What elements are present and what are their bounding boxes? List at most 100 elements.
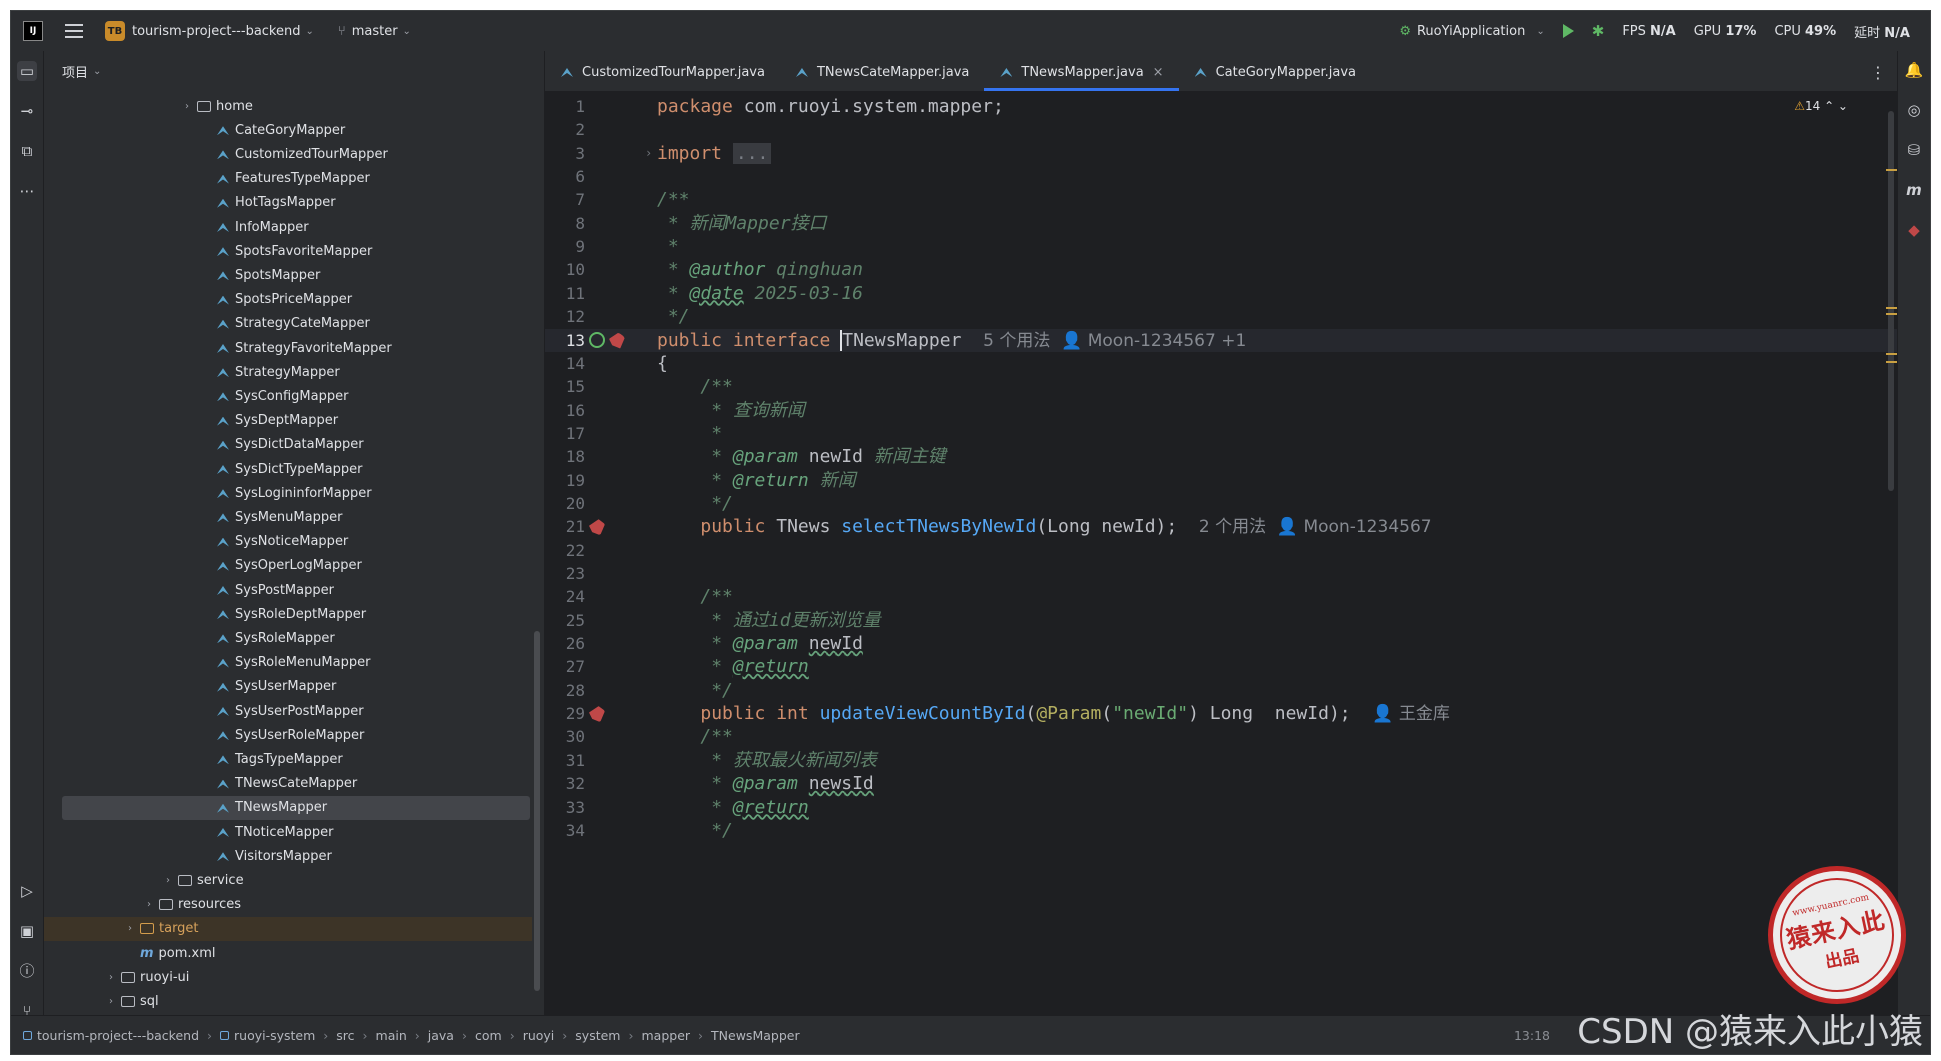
chevron-right-icon[interactable]: › bbox=[143, 899, 155, 910]
code-text: package com.ruoyi.system.mapper; bbox=[657, 96, 1004, 117]
breadcrumb-item[interactable]: java bbox=[428, 1028, 454, 1043]
code-area[interactable]: 1 package com.ruoyi.system.mapper; 2 3 › impo… bbox=[545, 91, 1898, 1016]
more-tools-icon[interactable]: ⋯ bbox=[17, 181, 37, 201]
tree-item[interactable]: CateGoryMapper bbox=[44, 118, 532, 142]
breadcrumb-item[interactable]: mapper bbox=[641, 1028, 690, 1043]
tree-item[interactable]: SysRoleMapper bbox=[44, 626, 532, 650]
branch-selector[interactable]: ⑂ master ⌄ bbox=[338, 24, 411, 39]
java-interface-icon bbox=[216, 342, 232, 354]
tree-item[interactable]: CustomizedTourMapper bbox=[44, 142, 532, 166]
code-line: 34 */ bbox=[545, 819, 1898, 842]
breadcrumb-item[interactable]: com bbox=[475, 1028, 502, 1043]
tree-item[interactable]: StrategyFavoriteMapper bbox=[44, 336, 532, 360]
code-line: 16 * 查询新闻 bbox=[545, 399, 1898, 422]
tree-item[interactable]: HotTagsMapper bbox=[44, 191, 532, 215]
editor-tab[interactable]: CustomizedTourMapper.java bbox=[545, 53, 780, 91]
tree-item[interactable]: SysDictDataMapper bbox=[44, 433, 532, 457]
run-button[interactable] bbox=[1562, 24, 1574, 38]
tree-item[interactable]: SysDeptMapper bbox=[44, 409, 532, 433]
breadcrumb-item[interactable]: ruoyi bbox=[523, 1028, 555, 1043]
project-scrollbar[interactable] bbox=[534, 631, 540, 991]
tree-item-label: StrategyCateMapper bbox=[235, 316, 370, 332]
chevron-right-icon[interactable]: › bbox=[105, 972, 117, 983]
breadcrumb-item[interactable]: main bbox=[376, 1028, 407, 1043]
mybatis-navigate-icon[interactable] bbox=[589, 706, 605, 723]
java-interface-icon bbox=[216, 415, 232, 427]
editor-tab[interactable]: CateGoryMapper.java bbox=[1179, 53, 1371, 91]
problems-icon[interactable]: ⓘ bbox=[17, 961, 37, 981]
breadcrumb-item[interactable]: tourism-project---backend bbox=[37, 1028, 199, 1043]
breadcrumb-item[interactable]: TNewsMapper bbox=[711, 1028, 800, 1043]
module-icon bbox=[23, 1030, 32, 1040]
tree-item[interactable]: TNewsMapper bbox=[62, 795, 530, 820]
chevron-right-icon[interactable]: › bbox=[105, 996, 117, 1007]
terminal-icon[interactable]: ▣ bbox=[17, 921, 37, 941]
cursor-position[interactable]: 13:18 bbox=[1514, 1028, 1550, 1043]
tree-item[interactable]: StrategyCateMapper bbox=[44, 312, 532, 336]
tree-item[interactable]: SysRoleDeptMapper bbox=[44, 602, 532, 626]
close-tab-icon[interactable]: × bbox=[1153, 65, 1164, 80]
notifications-icon[interactable]: 🔔 bbox=[1904, 61, 1924, 79]
tree-item[interactable]: SysRoleMenuMapper bbox=[44, 651, 532, 675]
breadcrumb-item[interactable]: ruoyi-system bbox=[234, 1028, 315, 1043]
run-config-selector[interactable]: ⚙ RuoYiApplication ⌄ bbox=[1399, 24, 1544, 39]
chevron-down-icon[interactable]: ⌄ bbox=[306, 26, 314, 37]
ai-assistant-icon[interactable]: ◎ bbox=[1904, 101, 1924, 119]
code-text: * 获取最火新闻列表 bbox=[700, 749, 877, 771]
editor-scrollbar[interactable] bbox=[1888, 111, 1894, 491]
tree-item[interactable]: SysMenuMapper bbox=[44, 505, 532, 529]
tree-item[interactable]: SysUserMapper bbox=[44, 675, 532, 699]
tree-item[interactable]: › service bbox=[44, 868, 532, 892]
tree-item[interactable]: › target bbox=[44, 916, 532, 941]
structure-icon[interactable]: ⧉ bbox=[17, 141, 37, 161]
editor-tab[interactable]: TNewsCateMapper.java bbox=[780, 53, 984, 91]
mybatis-navigate-icon[interactable] bbox=[609, 332, 625, 349]
project-selector[interactable]: tourism-project---backend bbox=[132, 24, 301, 39]
more-options-icon[interactable]: ⋮ bbox=[1870, 63, 1886, 82]
mybatis-icon[interactable]: ◆ bbox=[1904, 221, 1924, 239]
mybatis-navigate-icon[interactable] bbox=[589, 519, 605, 536]
tree-item[interactable]: InfoMapper bbox=[44, 215, 532, 239]
tree-item[interactable]: VisitorsMapper bbox=[44, 844, 532, 868]
java-interface-icon bbox=[216, 560, 232, 572]
database-icon[interactable]: ⛁ bbox=[1904, 141, 1924, 159]
maven-icon[interactable]: m bbox=[1904, 181, 1924, 199]
tree-item[interactable]: m pom.xml bbox=[44, 941, 532, 965]
breadcrumb-item[interactable]: src bbox=[336, 1028, 354, 1043]
commit-icon[interactable]: ⊸ bbox=[17, 101, 37, 121]
implementation-gutter-icon[interactable] bbox=[589, 331, 605, 348]
tree-item[interactable]: StrategyMapper bbox=[44, 360, 532, 384]
tree-item[interactable]: TNoticeMapper bbox=[44, 820, 532, 844]
tree-item[interactable]: › ruoyi-ui bbox=[44, 965, 532, 989]
tree-item[interactable]: SysPostMapper bbox=[44, 578, 532, 602]
tree-item[interactable]: TagsTypeMapper bbox=[44, 747, 532, 771]
tree-item[interactable]: › sql bbox=[44, 989, 532, 1013]
editor-tab[interactable]: TNewsMapper.java × bbox=[984, 53, 1179, 91]
tree-item[interactable]: SysUserRoleMapper bbox=[44, 723, 532, 747]
project-folder-icon[interactable]: ▭ bbox=[17, 61, 37, 81]
debug-button[interactable]: ✱ bbox=[1592, 22, 1605, 40]
tree-item[interactable]: SpotsPriceMapper bbox=[44, 288, 532, 312]
tree-item[interactable]: SysNoticeMapper bbox=[44, 530, 532, 554]
tree-item[interactable]: SpotsMapper bbox=[44, 263, 532, 287]
tree-item[interactable]: FeaturesTypeMapper bbox=[44, 167, 532, 191]
tree-item[interactable]: SysLogininforMapper bbox=[44, 481, 532, 505]
tree-item[interactable]: TNewsCateMapper bbox=[44, 772, 532, 796]
tree-item[interactable]: SysOperLogMapper bbox=[44, 554, 532, 578]
chevron-right-icon[interactable]: › bbox=[124, 923, 136, 934]
breadcrumb-item[interactable]: system bbox=[575, 1028, 620, 1043]
main-menu-icon[interactable] bbox=[65, 24, 83, 38]
fold-toggle-icon[interactable]: › bbox=[645, 142, 652, 165]
tree-item[interactable]: › resources bbox=[44, 893, 532, 917]
tree-item[interactable]: SysDictTypeMapper bbox=[44, 457, 532, 481]
project-panel-header[interactable]: 项目 ⌄ bbox=[44, 51, 544, 91]
chevron-right-icon[interactable]: › bbox=[162, 875, 174, 886]
tree-item[interactable]: SysUserPostMapper bbox=[44, 699, 532, 723]
java-interface-icon bbox=[216, 439, 232, 451]
tree-item[interactable]: SysConfigMapper bbox=[44, 384, 532, 408]
chevron-right-icon[interactable]: › bbox=[181, 101, 193, 112]
chevron-down-icon[interactable]: ⌄ bbox=[93, 66, 101, 77]
tree-item[interactable]: SpotsFavoriteMapper bbox=[44, 239, 532, 263]
tree-item[interactable]: › home bbox=[44, 94, 532, 118]
run-services-icon[interactable]: ▷ bbox=[17, 881, 37, 901]
